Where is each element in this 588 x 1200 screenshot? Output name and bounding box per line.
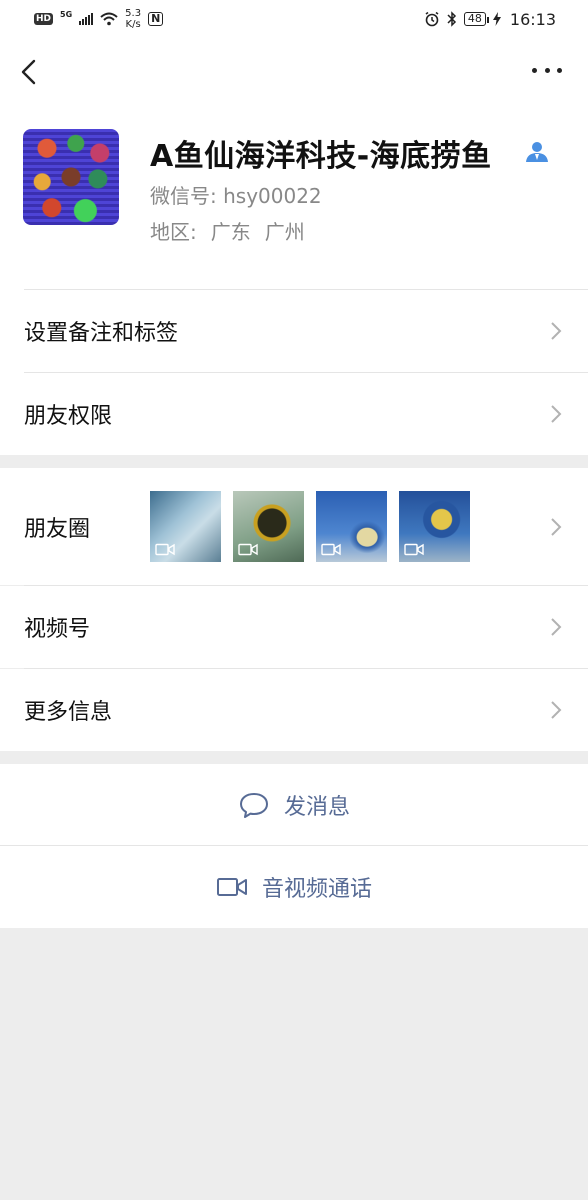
chevron-right-icon bbox=[551, 322, 562, 340]
charging-icon bbox=[492, 12, 501, 26]
profile-name: A鱼仙海洋科技-海底捞鱼 bbox=[150, 139, 492, 174]
send-message-button[interactable]: 发消息 bbox=[0, 764, 588, 845]
moments-thumbnails[interactable] bbox=[150, 491, 470, 562]
chevron-right-icon bbox=[551, 517, 562, 536]
video-icon bbox=[155, 543, 175, 556]
moment-thumbnail[interactable] bbox=[399, 491, 470, 562]
region-label: 地区: bbox=[150, 220, 197, 244]
wechat-id: 微信号: hsy00022 bbox=[150, 184, 322, 208]
signal-icon bbox=[79, 13, 94, 25]
channels-row[interactable]: 视频号 bbox=[0, 586, 588, 668]
chevron-right-icon bbox=[551, 405, 562, 423]
video-icon bbox=[321, 543, 341, 556]
moment-thumbnail[interactable] bbox=[233, 491, 304, 562]
region-province: 广东 bbox=[210, 220, 251, 244]
chat-bubble-icon bbox=[239, 792, 268, 818]
video-icon bbox=[238, 543, 258, 556]
remark-tags-row[interactable]: 设置备注和标签 bbox=[0, 290, 588, 372]
bluetooth-icon bbox=[447, 11, 456, 27]
chevron-right-icon bbox=[551, 701, 562, 719]
contact-person-icon bbox=[526, 142, 548, 162]
speed-value: 5.3 bbox=[125, 8, 142, 19]
moment-thumbnail[interactable] bbox=[316, 491, 387, 562]
more-options-icon[interactable] bbox=[532, 60, 562, 80]
back-arrow-icon[interactable] bbox=[18, 58, 42, 86]
video-icon bbox=[404, 543, 424, 556]
nfc-icon: N bbox=[148, 12, 164, 26]
battery-icon: 48 bbox=[463, 12, 489, 26]
av-call-button[interactable]: 音视频通话 bbox=[0, 846, 588, 928]
moment-thumbnail[interactable] bbox=[150, 491, 221, 562]
channels-label: 视频号 bbox=[24, 617, 91, 642]
send-message-label: 发消息 bbox=[283, 794, 350, 820]
remark-tags-label: 设置备注和标签 bbox=[24, 321, 179, 346]
speed-unit: K/s bbox=[125, 19, 141, 30]
alarm-icon bbox=[425, 11, 439, 27]
avatar[interactable] bbox=[23, 129, 119, 225]
friend-permissions-label: 朋友权限 bbox=[24, 404, 113, 429]
av-call-label: 音视频通话 bbox=[261, 877, 372, 902]
video-call-icon bbox=[216, 878, 247, 896]
hd-voice-icon: HD bbox=[34, 13, 54, 25]
region-city: 广州 bbox=[264, 220, 305, 244]
moments-label: 朋友圈 bbox=[24, 516, 91, 542]
clock: 16:13 bbox=[509, 9, 556, 29]
chevron-right-icon bbox=[551, 618, 562, 636]
region: 地区: 广东 广州 bbox=[150, 216, 305, 245]
wifi-icon bbox=[100, 12, 118, 26]
status-bar: HD 5G 5.3 K/s N 48 16:13 bbox=[0, 0, 588, 38]
friend-permissions-row[interactable]: 朋友权限 bbox=[0, 373, 588, 455]
network-speed: 5.3 K/s bbox=[125, 8, 141, 30]
more-info-row[interactable]: 更多信息 bbox=[0, 669, 588, 751]
more-info-label: 更多信息 bbox=[24, 700, 113, 725]
network-type: 5G bbox=[60, 9, 73, 19]
